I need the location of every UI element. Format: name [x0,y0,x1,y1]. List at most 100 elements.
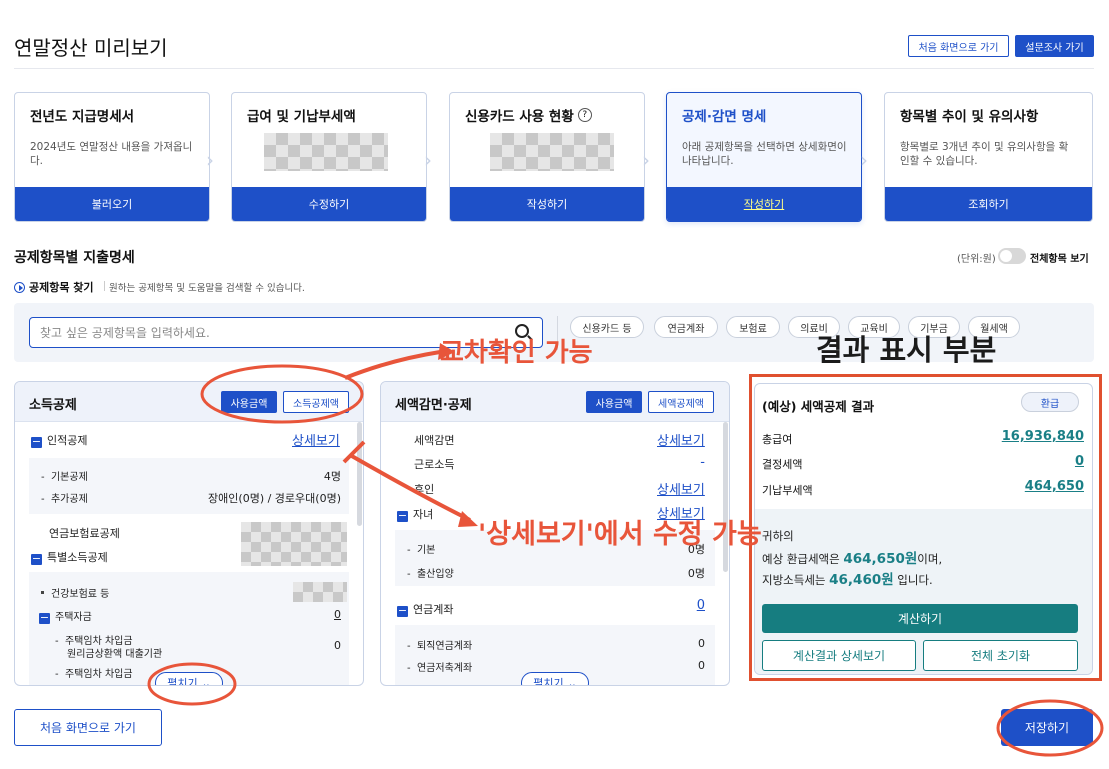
chip-pension-account[interactable]: 연금계좌 [654,316,718,338]
step-card-trends[interactable]: 항목별 추이 및 유의사항 항목별로 3개년 추이 및 유의사항을 확인할 수 … [884,92,1093,222]
detail-link[interactable]: 상세보기 [292,430,340,449]
bullet [41,591,44,594]
section-title: 공제항목별 지출명세 [14,250,135,266]
finder-title: 공제항목 찾기 [14,279,94,295]
help-icon[interactable]: ? [577,108,592,122]
blurred-content [264,133,388,171]
row-label: 특별소득공제 [47,551,108,564]
basic-deduction-row: - 기본공제 [41,472,88,483]
save-button[interactable]: 저장하기 [1001,709,1093,746]
panel-title: 소득공제 [29,398,77,413]
step-desc: 항목별로 3개년 추이 및 유의사항을 확인할 수 있습니다. [900,141,1069,167]
child-birth-value: 0명 [687,567,705,580]
write-button-active[interactable]: 작성하기 [667,187,861,221]
step-card-salary[interactable]: 급여 및 기납부세액 수정하기 [231,92,427,222]
extra-deduction-value: 장애인(0명) / 경로우대(0명) [208,492,341,505]
go-home-bottom-button[interactable]: 처음 화면으로 가기 [14,709,162,746]
usage-amount-tab[interactable]: 사용금액 [221,391,277,413]
expand-button[interactable]: 펼치기 ⌄ [521,672,589,686]
chevron-right-icon: › [206,148,214,172]
survey-button[interactable]: 설문조사 가기 [1015,35,1094,57]
row-label: 기본공제 [50,472,88,483]
step-title: 공제·감면 명세 [682,109,767,125]
show-all-toggle[interactable] [998,248,1026,264]
annotation-result-area: 결과 표시 부분 [816,333,997,367]
view-button[interactable]: 조회하기 [885,187,1092,221]
retirement-pension-row: - 퇴직연금계좌 [407,641,473,652]
loan-row-2: - 주택임차 차입금 [55,669,133,680]
deduction-amount-tab[interactable]: 소득공제액 [283,391,349,413]
load-button[interactable]: 불러오기 [15,187,209,221]
housing-fund-row[interactable]: − 주택자금 [39,608,92,624]
blurred-content [490,133,614,171]
special-deduction-row[interactable]: − 특별소득공제 [31,549,108,565]
child-birth-row: - 출산입양 [407,569,454,580]
blurred-content [241,522,347,566]
step-title: 항목별 추이 및 유의사항 [900,109,1039,125]
collapse-icon[interactable]: − [31,553,42,565]
step-title: 전년도 지급명세서 [30,109,135,125]
play-circle-icon [14,281,25,293]
pension-insurance-row: 연금보험료공제 [49,527,120,540]
collapse-icon[interactable]: − [39,612,50,624]
income-deduction-panel: 소득공제 사용금액 소득공제액 − 인적공제 상세보기 - 기본공제 4명 - 추… [14,381,364,686]
row-label: 퇴직연금계좌 [416,641,473,652]
pension-account-value[interactable]: 0 [697,598,705,613]
chip-insurance[interactable]: 보험료 [726,316,780,338]
unit-label: (단위:원) [957,254,996,265]
finder-desc: 원하는 공제항목 및 도움말을 검색할 수 있습니다. [109,283,305,294]
step-title: 급여 및 기납부세액 [247,109,356,125]
children-row[interactable]: − 자녀 [397,506,433,522]
detail-link[interactable]: 상세보기 [657,479,705,498]
child-basic-row: - 기본 [407,545,436,556]
extra-deduction-row: - 추가공제 [41,494,88,505]
row-label: 인적공제 [47,434,88,447]
result-highlight-frame [749,374,1102,681]
chevron-right-icon: › [424,148,432,172]
row-label: 건강보험료 등 [51,589,110,600]
pension-savings-value: 0 [698,659,705,672]
tax-reduction-row: 세액감면 [414,434,455,447]
step-title-text: 신용카드 사용 현황 [465,109,574,125]
step-desc: 아래 공제항목을 선택하면 상세화면이 나타납니다. [682,141,847,167]
edit-button[interactable]: 수정하기 [232,187,426,221]
personal-deduction-row[interactable]: − 인적공제 [31,432,87,448]
expand-label: 펼치기 [533,677,564,686]
chevron-down-icon: ⌄ [201,676,211,686]
step-desc: 2024년도 연말정산 내용을 가져옵니다. [30,141,193,167]
collapse-icon[interactable]: − [397,510,408,522]
scrollbar[interactable] [357,422,362,526]
pension-savings-row: - 연금저축계좌 [407,663,473,674]
row-label: 주택임차 차입금 [64,669,133,680]
chevron-down-icon: ⌄ [567,676,577,686]
expand-label: 펼치기 [167,677,198,686]
row-label: 출산입양 [416,569,454,580]
basic-deduction-value: 4명 [323,470,341,483]
collapse-icon[interactable]: − [397,605,408,617]
loan-row-1-sub: 원리금상환액 대출기관 [67,649,163,660]
collapse-icon[interactable]: − [31,436,42,448]
usage-amount-tab[interactable]: 사용금액 [586,391,642,413]
detail-link[interactable]: 상세보기 [657,430,705,449]
divider [104,281,105,291]
header-divider [14,68,1094,69]
page-title: 연말정산 미리보기 [14,36,168,60]
housing-fund-value[interactable]: 0 [334,608,341,621]
row-label: 연금계좌 [413,603,454,616]
step-card-deduction[interactable]: 공제·감면 명세 아래 공제항목을 선택하면 상세화면이 나타납니다. 작성하기 [666,92,862,222]
pension-account-row[interactable]: − 연금계좌 [397,601,453,617]
credit-amount-tab[interactable]: 세액공제액 [648,391,714,413]
expand-button[interactable]: 펼치기 ⌄ [155,672,223,686]
row-label: 주택자금 [55,612,92,623]
row-label: 연금저축계좌 [416,663,473,674]
chevron-right-icon: › [642,148,650,172]
step-card-credit-card[interactable]: 신용카드 사용 현황 ? 작성하기 [449,92,645,222]
go-home-button[interactable]: 처음 화면으로 가기 [908,35,1009,57]
health-insurance-row: 건강보험료 등 [41,585,109,600]
annotation-cross-check: 교차확인 가능 [440,338,593,368]
write-button[interactable]: 작성하기 [450,187,644,221]
annotation-editable: '상세보기'에서 수정 가능 [478,519,762,550]
step-title: 신용카드 사용 현황 ? [465,105,592,125]
dependents-row: 후인 [414,483,435,496]
step-card-prev-year[interactable]: 전년도 지급명세서 2024년도 연말정산 내용을 가져옵니다. 불러오기 [14,92,210,222]
